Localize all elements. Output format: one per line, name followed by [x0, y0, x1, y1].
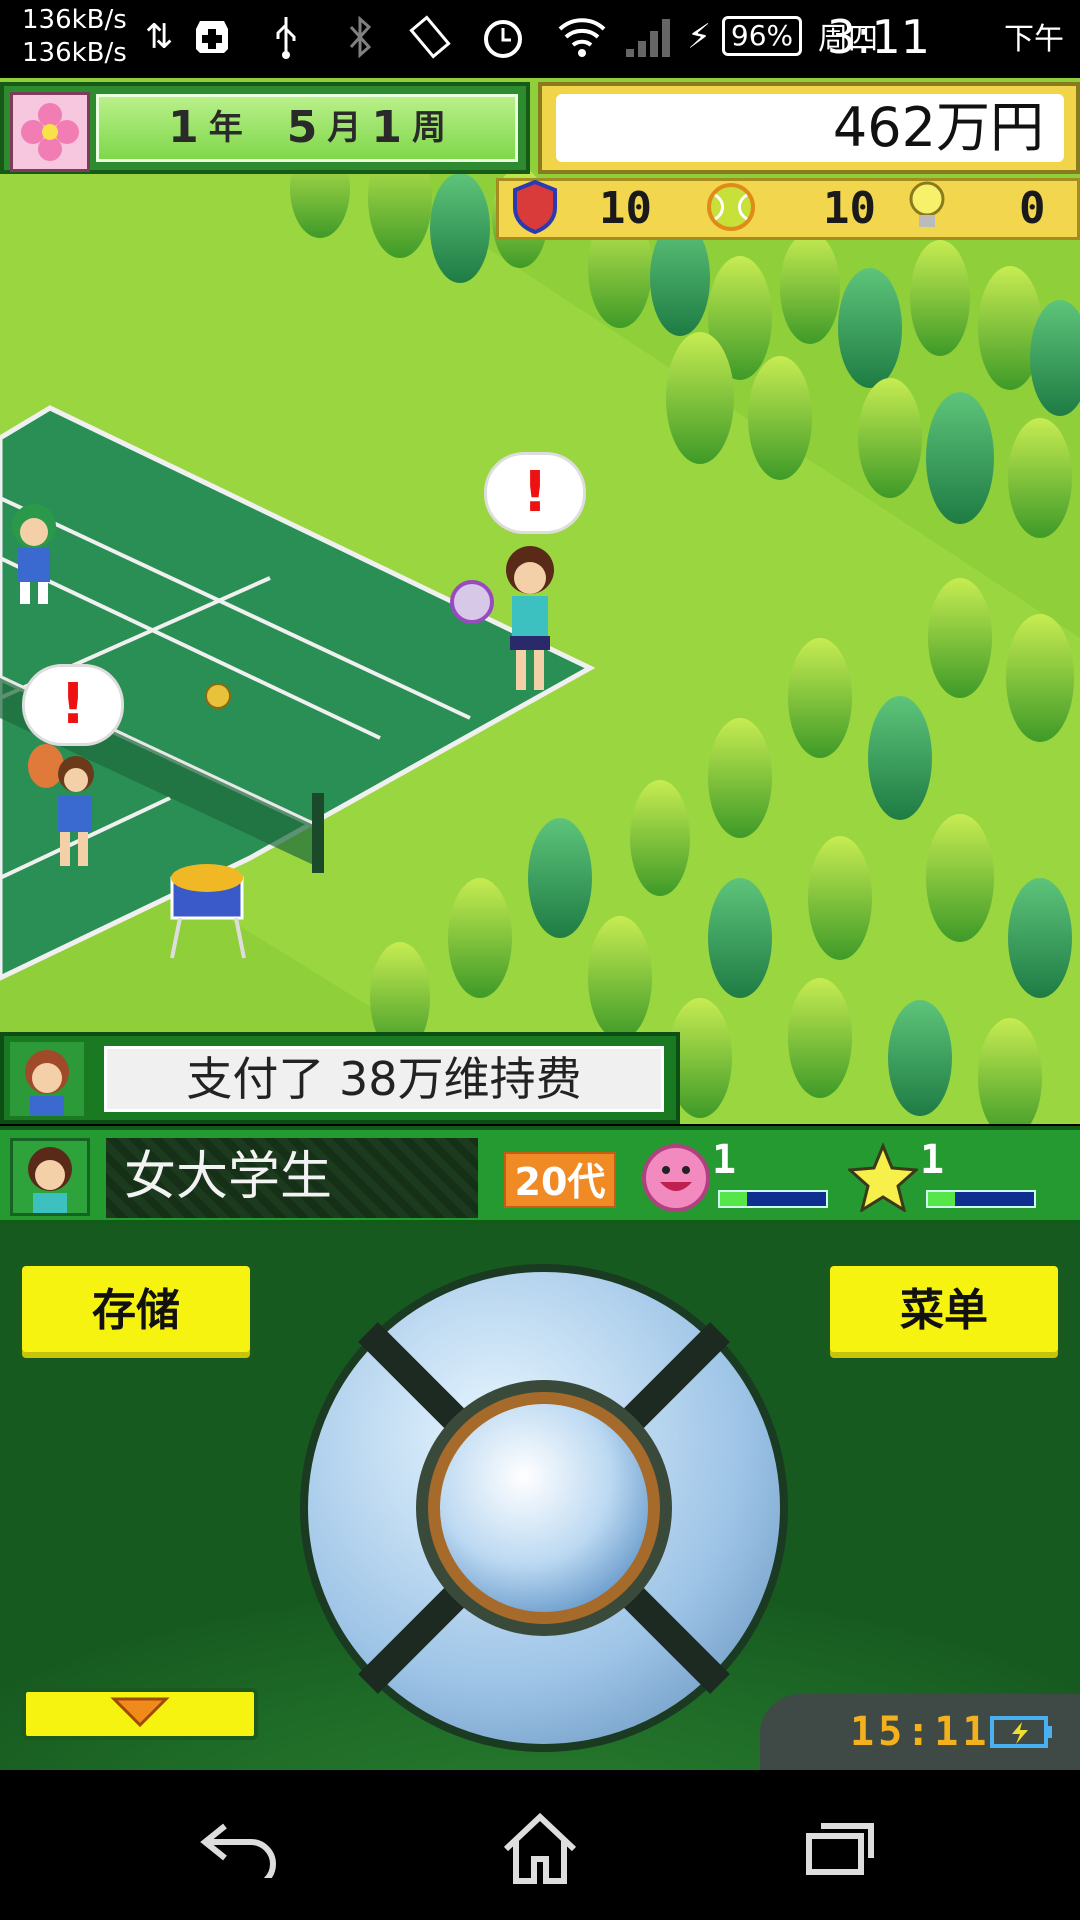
medical-plus-icon	[190, 14, 234, 60]
tennis-ball-value: 10	[823, 183, 876, 234]
week-number: 1	[371, 102, 402, 153]
character-name: 女大学生	[106, 1138, 478, 1218]
game-date: 1 年 5 月 1 周	[96, 94, 518, 162]
season-flower-icon	[10, 92, 90, 172]
character-star-stat: 1	[846, 1136, 1048, 1220]
bluetooth-icon	[340, 14, 380, 60]
home-icon	[500, 1811, 580, 1889]
stat-tennis-ball: 10	[695, 181, 895, 237]
character-mood-stat: 1	[640, 1136, 840, 1220]
mood-bar	[718, 1190, 828, 1208]
triangle-down-icon	[110, 1695, 170, 1733]
mood-value: 1	[712, 1137, 737, 1183]
am-pm: 下午	[1004, 22, 1064, 57]
battery-indicator: 96%	[722, 16, 802, 56]
back-icon	[195, 1818, 285, 1889]
clock-time: 3:11	[826, 10, 930, 64]
month-label: 月	[327, 108, 362, 148]
year-label: 年	[208, 108, 243, 148]
star-value: 1	[920, 1137, 945, 1183]
navigation-bar	[0, 1770, 1080, 1920]
message-text: 支付了 38万维持费	[104, 1046, 664, 1112]
resource-stats: 10 10 0	[496, 178, 1080, 240]
message-bar: 支付了 38万维持费	[0, 1032, 680, 1124]
alert-bubble-2: !	[22, 664, 124, 746]
back-button[interactable]	[190, 1810, 290, 1890]
character-age-badge: 20代	[504, 1152, 616, 1208]
signal-icon	[622, 14, 672, 60]
game-view[interactable]: ! ! 1 年 5 月 1 周 462万円 10 10 0	[0, 78, 1080, 1124]
date-panel: 1 年 5 月 1 周	[0, 82, 530, 174]
menu-button[interactable]: 菜单	[826, 1262, 1062, 1362]
smile-face-icon	[640, 1142, 712, 1218]
stat-idea: 0	[895, 181, 1075, 237]
money-panel: 462万円	[538, 82, 1080, 174]
charging-icon: ⚡	[687, 17, 711, 57]
year-number: 1	[168, 102, 199, 153]
hud-top: 1 年 5 月 1 周 462万円	[0, 78, 1080, 178]
wifi-icon	[554, 14, 610, 60]
week-label: 周	[411, 108, 446, 148]
net-speed-down: 136kB/s	[22, 38, 127, 68]
star-bar	[926, 1190, 1036, 1208]
stat-badge: 10	[499, 179, 695, 238]
tennis-ball-icon	[705, 181, 757, 237]
player-racket[interactable]	[24, 744, 104, 874]
message-avatar	[10, 1042, 84, 1116]
save-button[interactable]: 存储	[18, 1262, 254, 1362]
status-bar: 136kB/s 136kB/s ⇅ ⚡ 96% 周四 3:11 下午	[0, 0, 1080, 78]
star-icon	[846, 1142, 920, 1216]
character-bar[interactable]: 女大学生 20代 1 1	[0, 1126, 1080, 1224]
scroll-down-button[interactable]	[22, 1688, 258, 1740]
usb-icon	[266, 14, 306, 60]
player-green-hair[interactable]	[0, 498, 66, 608]
recent-apps-button[interactable]	[790, 1810, 890, 1890]
lightbulb-icon	[905, 179, 949, 239]
battery-icon	[990, 1714, 1054, 1754]
game-clock: 15:11	[850, 1709, 991, 1755]
money-value: 462万円	[556, 94, 1064, 162]
home-button[interactable]	[490, 1810, 590, 1890]
dpad[interactable]	[300, 1264, 788, 1752]
data-arrows-icon: ⇅	[144, 17, 174, 57]
alert-bubble: !	[484, 452, 586, 534]
tennis-ball	[205, 683, 231, 709]
character-avatar[interactable]	[10, 1138, 90, 1216]
net-speed: 136kB/s 136kB/s	[22, 4, 127, 70]
badge-value: 10	[599, 183, 652, 234]
recent-apps-icon	[803, 1818, 877, 1882]
rotate-icon	[404, 14, 458, 60]
idea-value: 0	[1019, 183, 1046, 234]
alarm-icon	[476, 14, 530, 60]
badge-icon	[511, 179, 559, 238]
ball-cart	[170, 864, 246, 959]
month-number: 5	[286, 102, 318, 153]
net-speed-up: 136kB/s	[22, 5, 127, 35]
player-female-student[interactable]	[450, 538, 570, 738]
controller-panel: 存储 菜单 15:11	[0, 1224, 1080, 1770]
